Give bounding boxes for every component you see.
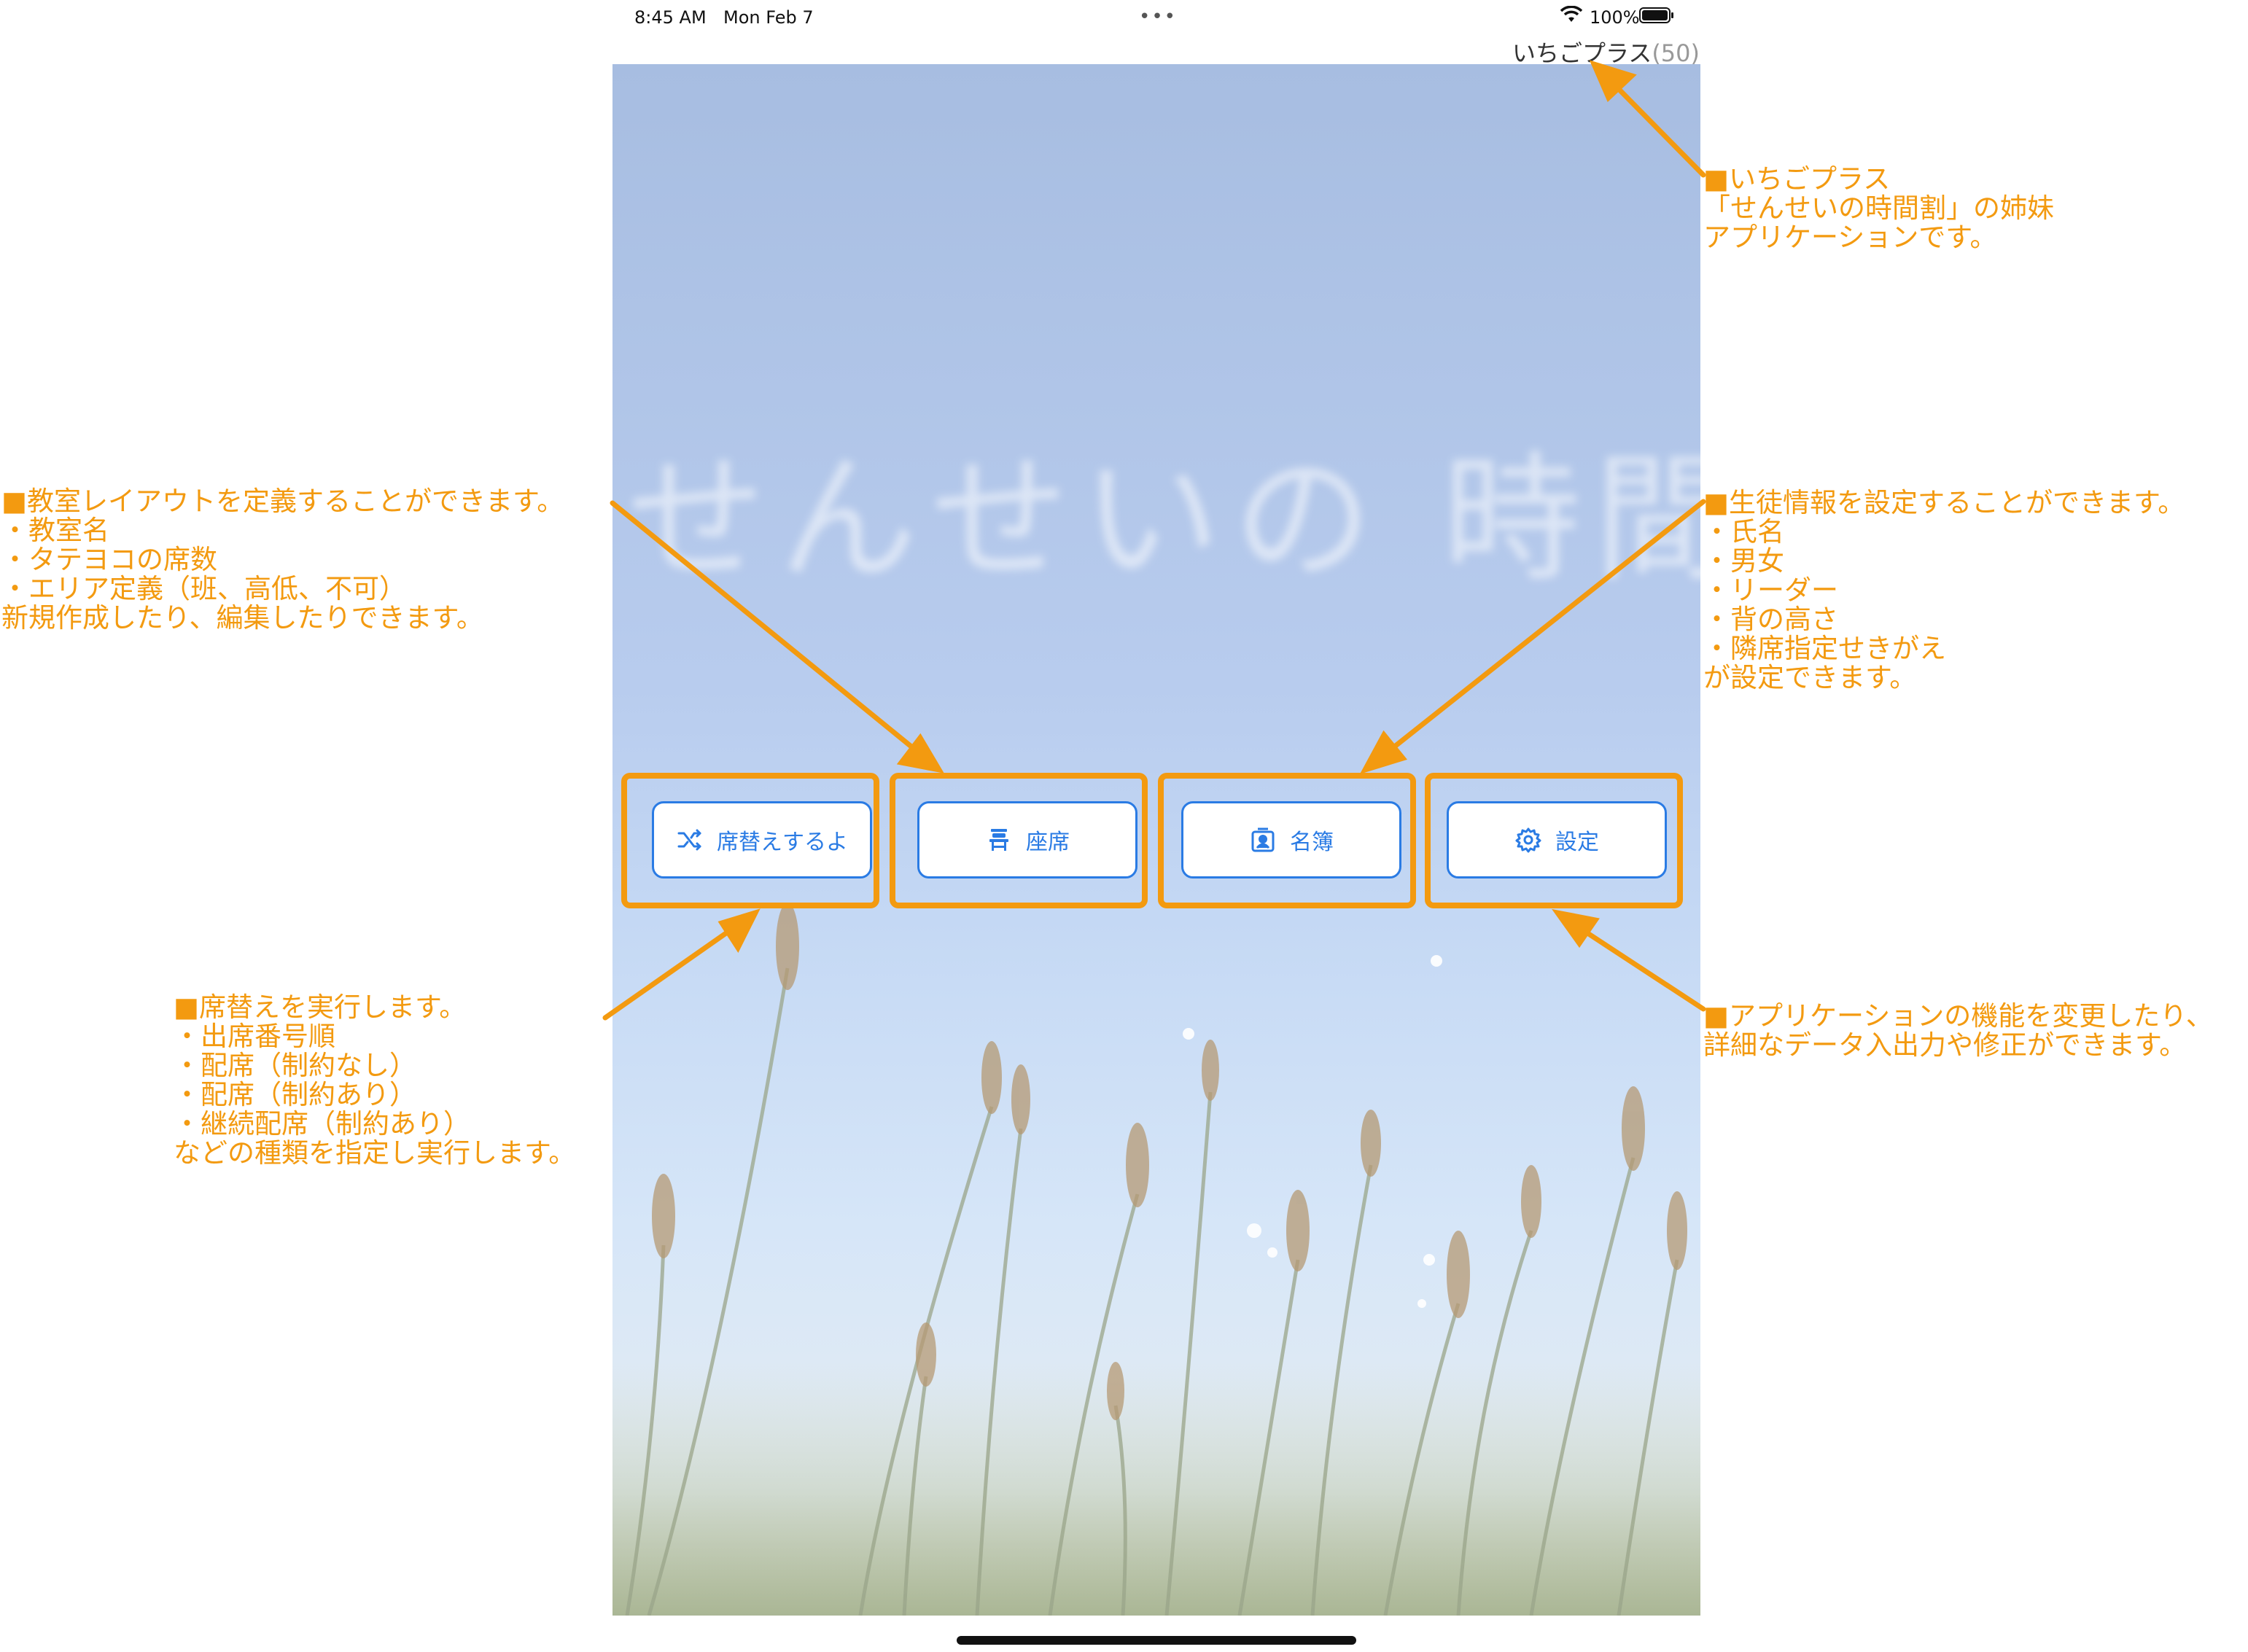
arrow-head-roster <box>1359 730 1407 774</box>
arrow-head-app-title <box>1589 60 1637 102</box>
arrow-app-title <box>1609 79 1706 178</box>
annotation-classroom: ■教室レイアウトを定義することができます。 ・教室名 ・タテヨコの席数 ・エリア… <box>1 486 564 634</box>
annotation-settings: ■アプリケーションの機能を変更したり、 詳細なデータ入出力や修正ができます。 <box>1703 1000 2213 1061</box>
arrow-seat <box>610 500 923 757</box>
annotation-students: ■生徒情報を設定することができます。 ・氏名 ・男女 ・リーダー ・背の高さ ・… <box>1703 487 2185 693</box>
arrow-head-shuffle <box>717 908 761 954</box>
arrow-settings <box>1574 923 1706 1012</box>
home-indicator[interactable] <box>957 1636 1356 1645</box>
arrow-head-settings <box>1552 908 1600 948</box>
arrow-shuffle <box>602 923 739 1021</box>
annotation-shuffle: ■席替えを実行します。 ・出席番号順 ・配席（制約なし） ・配席（制約あり） ・… <box>174 991 576 1169</box>
arrow-roster <box>1382 499 1706 757</box>
annotation-app-info: ■いちごプラス 「せんせいの時間割」の姉妹 アプリケーションです。 <box>1703 163 2054 253</box>
